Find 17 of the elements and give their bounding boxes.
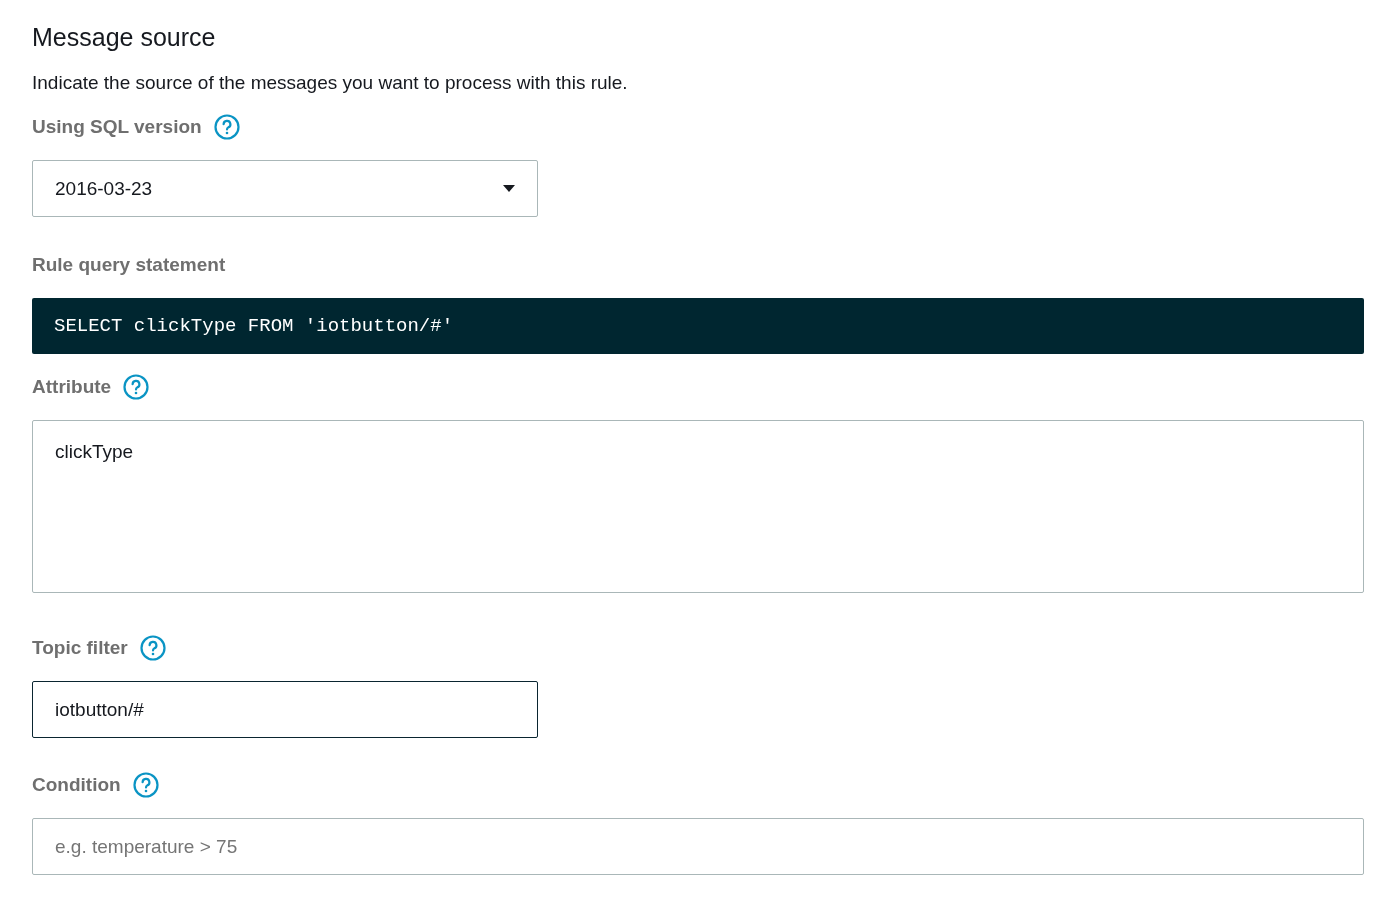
code-block: SELECT clickType FROM 'iotbutton/#' [32, 298, 1364, 354]
section-description: Indicate the source of the messages you want to process with this rule. [32, 71, 629, 95]
help-icon[interactable] [139, 635, 166, 661]
caret-icon [503, 185, 515, 192]
field-label: Condition [32, 774, 121, 796]
field-label: Using SQL version [32, 116, 202, 138]
field-label: Attribute [32, 376, 112, 398]
field-label: Topic filter [32, 637, 128, 659]
attribute-textarea[interactable]: clickType [32, 420, 1364, 593]
help-icon[interactable] [213, 114, 240, 140]
help-icon[interactable] [132, 772, 159, 798]
version-dropdown[interactable]: 2016-03-23 [32, 160, 538, 217]
text-input-field[interactable]: iotbutton/# [32, 681, 538, 738]
section-title: Message source [32, 22, 217, 53]
text-input-field[interactable]: e.g. temperature > 75 [32, 818, 1364, 875]
field-label: Rule query statement [32, 254, 226, 276]
help-icon[interactable] [123, 374, 150, 400]
